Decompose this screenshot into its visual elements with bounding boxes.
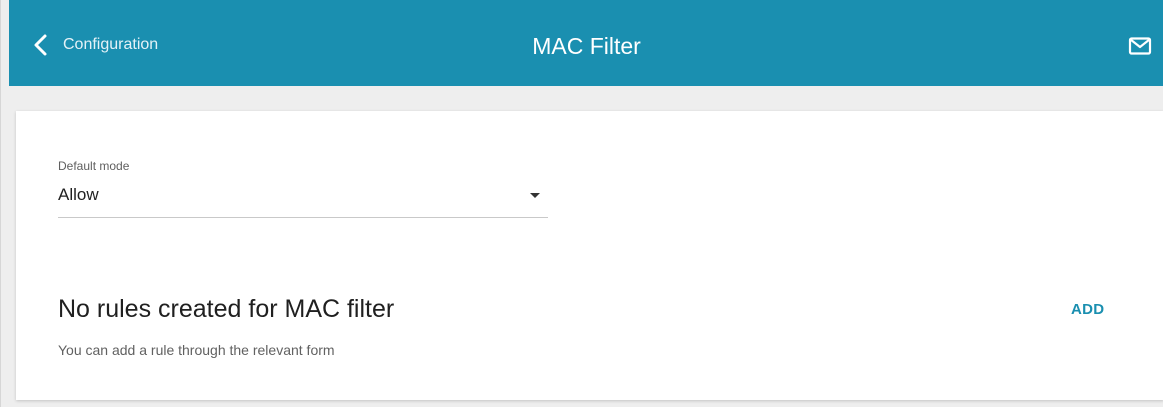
page-title: MAC Filter — [532, 33, 641, 59]
default-mode-label: Default mode — [58, 159, 130, 173]
mac-filter-card: Default mode Allow No rules created for … — [16, 111, 1163, 400]
add-rule-button[interactable]: ADD — [1071, 301, 1104, 318]
mail-icon[interactable] — [1128, 36, 1152, 56]
default-mode-select[interactable]: Allow — [58, 181, 548, 218]
app-frame: Configuration MAC Filter Default mode Al… — [0, 0, 1163, 407]
rules-empty-title: No rules created for MAC filter — [58, 295, 395, 323]
rules-empty-hint: You can add a rule through the relevant … — [58, 342, 335, 358]
default-mode-value: Allow — [58, 185, 99, 204]
top-bar: Configuration MAC Filter — [9, 0, 1163, 86]
dropdown-arrow-icon — [530, 193, 540, 198]
